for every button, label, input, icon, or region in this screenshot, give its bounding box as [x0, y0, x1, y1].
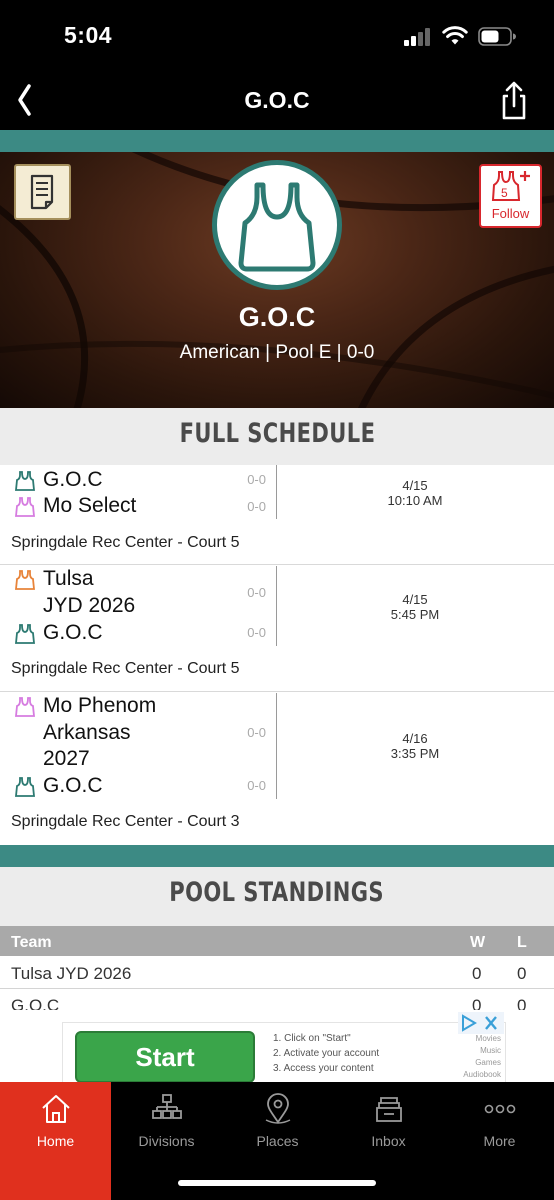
tab-inbox[interactable]: Inbox [333, 1082, 444, 1166]
col-losses: L [517, 934, 527, 951]
col-wins: W [470, 934, 486, 951]
game-time: 3:35 PM [390, 746, 440, 761]
svg-text:5: 5 [501, 186, 508, 200]
full-schedule-title: FULL SCHEDULE [179, 418, 375, 449]
battery-icon [478, 27, 516, 46]
team-name-line: JYD 2026 [43, 594, 136, 617]
team-record: 0-0 [247, 625, 266, 640]
more-dots-icon [484, 1104, 516, 1114]
standings-table-header: Team W L [0, 926, 554, 956]
home-icon [42, 1095, 70, 1123]
follow-jersey-icon: 5 [491, 171, 530, 201]
ad-side-text: Movies Music Games Audiobook [463, 1033, 501, 1081]
standings-wins: 0 [472, 964, 482, 983]
ad-side-item: Music [480, 1046, 501, 1055]
ad-side-item: Games [475, 1058, 501, 1067]
cell-signal-icon [404, 28, 434, 46]
team-record: 0-0 [247, 778, 266, 793]
team-record: 0-0 [247, 585, 266, 600]
game-row[interactable]: Mo Phenom Arkansas 2027 0-0 G.O.C 0-0 4/… [0, 693, 554, 843]
nav-bar: G.O.C [0, 70, 554, 130]
ad-step: 3. Access your content [273, 1063, 374, 1074]
jersey-icon [238, 182, 316, 272]
ad-steps: 1. Click on "Start" 2. Activate your acc… [273, 1031, 379, 1076]
tab-label: Inbox [371, 1133, 406, 1149]
ad-side-item: Audiobook [463, 1070, 501, 1079]
team-name-line: Tulsa [43, 567, 94, 590]
follow-button[interactable]: 5 Follow [479, 164, 542, 228]
location-pin-icon [265, 1093, 291, 1124]
standings-team: Tulsa JYD 2026 [11, 964, 132, 983]
divider [276, 566, 277, 646]
game-location: Springdale Rec Center - Court 5 [11, 534, 240, 551]
follow-label: Follow [491, 206, 530, 221]
game-row[interactable]: G.O.C 0-0 Mo Select 0-0 4/15 10:10 AM Sp… [0, 465, 554, 565]
team-name-line: 2027 [43, 747, 90, 770]
team-record: 0-0 [247, 472, 266, 487]
team-subtitle: American | Pool E | 0-0 [179, 342, 375, 363]
section-accent-strip [0, 845, 554, 867]
tab-label: Places [256, 1133, 299, 1149]
jersey-icon [15, 777, 35, 797]
header-accent-strip [0, 130, 554, 152]
ad-banner[interactable]: Start 1. Click on "Start" 2. Activate yo… [0, 1010, 554, 1082]
inbox-icon [376, 1097, 402, 1122]
tab-home[interactable]: Home [0, 1082, 111, 1200]
ad-step: 2. Activate your account [273, 1048, 380, 1059]
tab-divisions[interactable]: Divisions [111, 1082, 222, 1166]
standings-losses: 0 [517, 964, 527, 983]
game-time: 5:45 PM [390, 607, 440, 622]
notes-button[interactable] [14, 164, 71, 220]
team-header: 5 Follow G.O.C American | Pool E | 0-0 [0, 152, 554, 408]
pool-standings-title: POOL STANDINGS [169, 877, 385, 908]
team-name: G.O.C [43, 468, 103, 491]
jersey-icon [15, 624, 35, 644]
game-location: Springdale Rec Center - Court 5 [11, 660, 240, 677]
pool-standings-header: POOL STANDINGS [0, 867, 554, 926]
game-time: 10:10 AM [387, 493, 443, 508]
divider [276, 693, 277, 799]
ad-step: 1. Click on "Start" [273, 1033, 351, 1044]
ad-choices-icon[interactable] [458, 1012, 504, 1034]
full-schedule-header: FULL SCHEDULE [0, 408, 554, 465]
team-record: 0-0 [247, 499, 266, 514]
team-logo [212, 160, 342, 290]
status-bar: 5:04 [0, 0, 554, 70]
divider [276, 465, 277, 519]
share-button[interactable] [494, 78, 534, 122]
team-name: G.O.C [238, 302, 316, 332]
game-row[interactable]: Tulsa JYD 2026 0-0 G.O.C 0-0 4/15 5:45 P… [0, 566, 554, 692]
jersey-icon [15, 497, 35, 517]
team-name-line: Arkansas [43, 721, 131, 744]
game-date: 4/15 [402, 592, 428, 607]
jersey-icon [15, 697, 35, 717]
game-date: 4/15 [402, 478, 428, 493]
wifi-icon [442, 26, 468, 45]
team-name: Mo Select [43, 494, 137, 517]
tab-label: Divisions [138, 1133, 195, 1149]
status-time: 5:04 [64, 22, 113, 48]
jersey-icon [15, 471, 35, 491]
game-date: 4/16 [402, 731, 428, 746]
tab-places[interactable]: Places [222, 1082, 333, 1166]
team-name-line: Mo Phenom [43, 694, 157, 717]
page-title: G.O.C [244, 87, 310, 113]
team-name: G.O.C [43, 774, 103, 797]
share-icon [502, 81, 526, 120]
ad-start-button[interactable]: Start [75, 1031, 255, 1082]
ad-content: Start 1. Click on "Start" 2. Activate yo… [62, 1022, 506, 1082]
bracket-icon [152, 1094, 182, 1119]
team-record: 0-0 [247, 725, 266, 740]
col-team: Team [11, 934, 52, 951]
game-location: Springdale Rec Center - Court 3 [11, 813, 240, 830]
jersey-icon [15, 570, 35, 590]
tab-label: More [483, 1133, 516, 1149]
tab-more[interactable]: More [444, 1082, 554, 1166]
ad-side-item: Movies [475, 1034, 501, 1043]
home-indicator[interactable] [178, 1180, 376, 1186]
standings-row[interactable]: Tulsa JYD 2026 0 0 [0, 957, 554, 989]
notes-icon [30, 174, 54, 210]
tab-label: Home [36, 1133, 75, 1149]
team-name: G.O.C [43, 621, 103, 644]
